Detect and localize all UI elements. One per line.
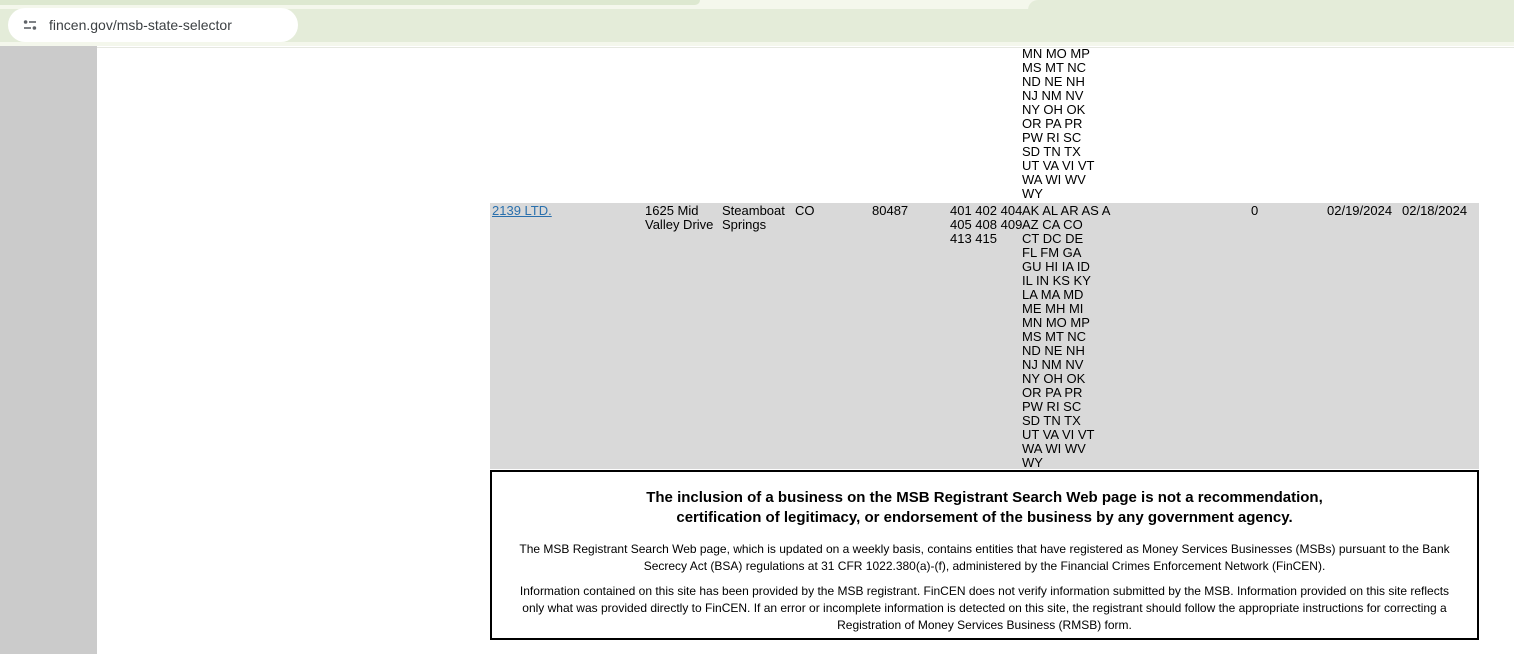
table-cell-address: 1625 Mid Valley Drive	[645, 203, 714, 232]
disclaimer-paragraph-2: Information contained on this site has b…	[519, 584, 1450, 632]
toolbar-divider	[97, 47, 1514, 48]
toolbar-band-corner	[1028, 0, 1514, 14]
table-cell-date-1: 02/19/2024	[1327, 203, 1393, 218]
disclaimer-heading: The inclusion of a business on the MSB R…	[646, 489, 1323, 526]
table-cell-branch-count: 0	[1251, 203, 1259, 218]
table-cell-state: CO	[795, 203, 815, 218]
previous-row-states-overflow: MN MO MP MS MT NC ND NE NH NJ NM NV NY O…	[1022, 46, 1095, 201]
table-cell-states-of-activities: AK AL AR AS A AZ CA CO CT DC DE FL FM GA…	[1022, 203, 1111, 470]
table-cell-legal-name: 2139 LTD.	[492, 204, 552, 218]
table-cell-zip: 80487	[872, 203, 909, 218]
tab-strip-fragment	[0, 0, 700, 5]
table-cell-date-2: 02/18/2024	[1402, 203, 1468, 218]
browser-window: { "browser": { "url": "fincen.gov/msb-st…	[0, 0, 1514, 654]
registrant-link[interactable]: 2139 LTD.	[492, 203, 552, 218]
address-bar[interactable]: fincen.gov/msb-state-selector	[8, 8, 298, 42]
table-cell-city: Steamboat Springs	[722, 203, 785, 232]
disclaimer-paragraph-1: The MSB Registrant Search Web page, whic…	[519, 542, 1450, 573]
table-cell-msb-activities: 401 402 404 405 408 409 413 415	[950, 203, 1023, 246]
url-text: fincen.gov/msb-state-selector	[49, 17, 232, 33]
browser-toolbar: fincen.gov/msb-state-selector	[0, 0, 1514, 48]
page-left-gutter	[0, 46, 97, 654]
site-settings-icon[interactable]	[21, 16, 39, 34]
disclaimer-box: The inclusion of a business on the MSB R…	[490, 470, 1479, 640]
table-row: 2139 LTD. 1625 Mid Valley Drive Steamboa…	[490, 203, 1479, 470]
